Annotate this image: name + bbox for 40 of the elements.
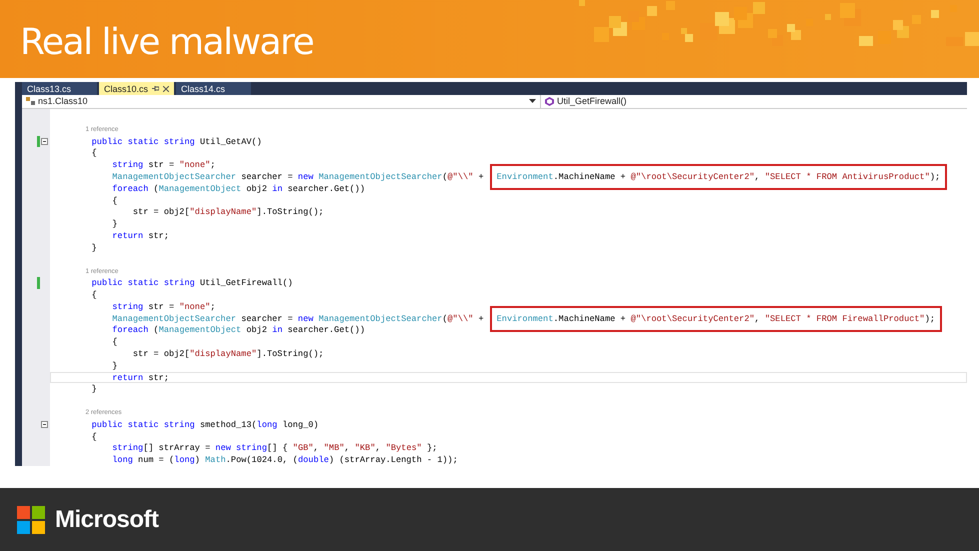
file-tab[interactable]: Class10.cs xyxy=(99,82,174,95)
file-tab[interactable]: Class14.cs xyxy=(176,82,251,95)
code-line: string str = "none"; xyxy=(112,302,216,312)
brand-name: Microsoft xyxy=(55,506,158,534)
code-line: { xyxy=(92,432,97,442)
code-line: public static string smethod_13(long long_0) xyxy=(92,420,319,430)
collapse-icon[interactable] xyxy=(41,420,48,428)
code-line: public static string Util_GetAV() xyxy=(92,136,262,147)
collapse-icon[interactable] xyxy=(41,138,48,145)
code-line: str = obj2["displayName"].ToString(); xyxy=(132,207,324,218)
code-line: public static string Util_GetFirewall() xyxy=(92,278,293,288)
code-line: foreach (ManagementObject obj2 in searcher.Get()) xyxy=(112,325,365,336)
code-line: ManagementObjectSearcher searcher = new ManagementObjectSearcher(@"\\" + xyxy=(112,172,484,182)
pin-icon[interactable] xyxy=(152,85,159,92)
caret-icon xyxy=(529,99,536,104)
code-line: } xyxy=(92,384,97,394)
class-icon xyxy=(26,97,35,106)
code-line: { xyxy=(92,290,97,300)
code-line: foreach (ManagementObject obj2 in searcher.Get()) xyxy=(112,184,365,194)
close-icon[interactable] xyxy=(163,86,169,92)
scope-dropdown[interactable]: ns1.Class10 xyxy=(22,95,541,108)
code-line: { xyxy=(92,148,97,158)
code-line: } xyxy=(112,219,118,230)
code-line: { xyxy=(112,196,118,206)
code-line: long num = (long) Math.Pow(1024.0, (double) (strArray.Length - 1)); xyxy=(112,455,458,466)
code-line: return str; xyxy=(112,372,169,383)
file-tab[interactable]: Class13.cs xyxy=(22,82,97,95)
code-line: } xyxy=(112,360,118,371)
code-line: ManagementObjectSearcher searcher = new ManagementObjectSearcher(@"\\" + xyxy=(112,314,484,324)
code-line: { xyxy=(112,337,118,348)
highlighted-code: Environment.MachineName + @"\root\SecurityCenter2", "SELECT * FROM FirewallProduct"); xyxy=(490,306,942,332)
slide-title: Real live malware xyxy=(19,22,314,62)
code-line: string[] strArray = new string[] { "GB", "MB", "KB", "Bytes" }; xyxy=(112,443,438,454)
member-dropdown[interactable]: Util_GetFirewall() xyxy=(541,95,631,108)
code-line: return str; xyxy=(112,230,169,241)
highlighted-code: Environment.MachineName + @"\root\SecurityCenter2", "SELECT * FROM AntivirusProduct"); xyxy=(490,164,948,190)
code-line: } xyxy=(92,242,97,253)
code-line: string str = "none"; xyxy=(112,160,216,170)
code-line: str = obj2["displayName"].ToString(); xyxy=(132,348,324,359)
windows-logo-icon xyxy=(17,506,45,534)
